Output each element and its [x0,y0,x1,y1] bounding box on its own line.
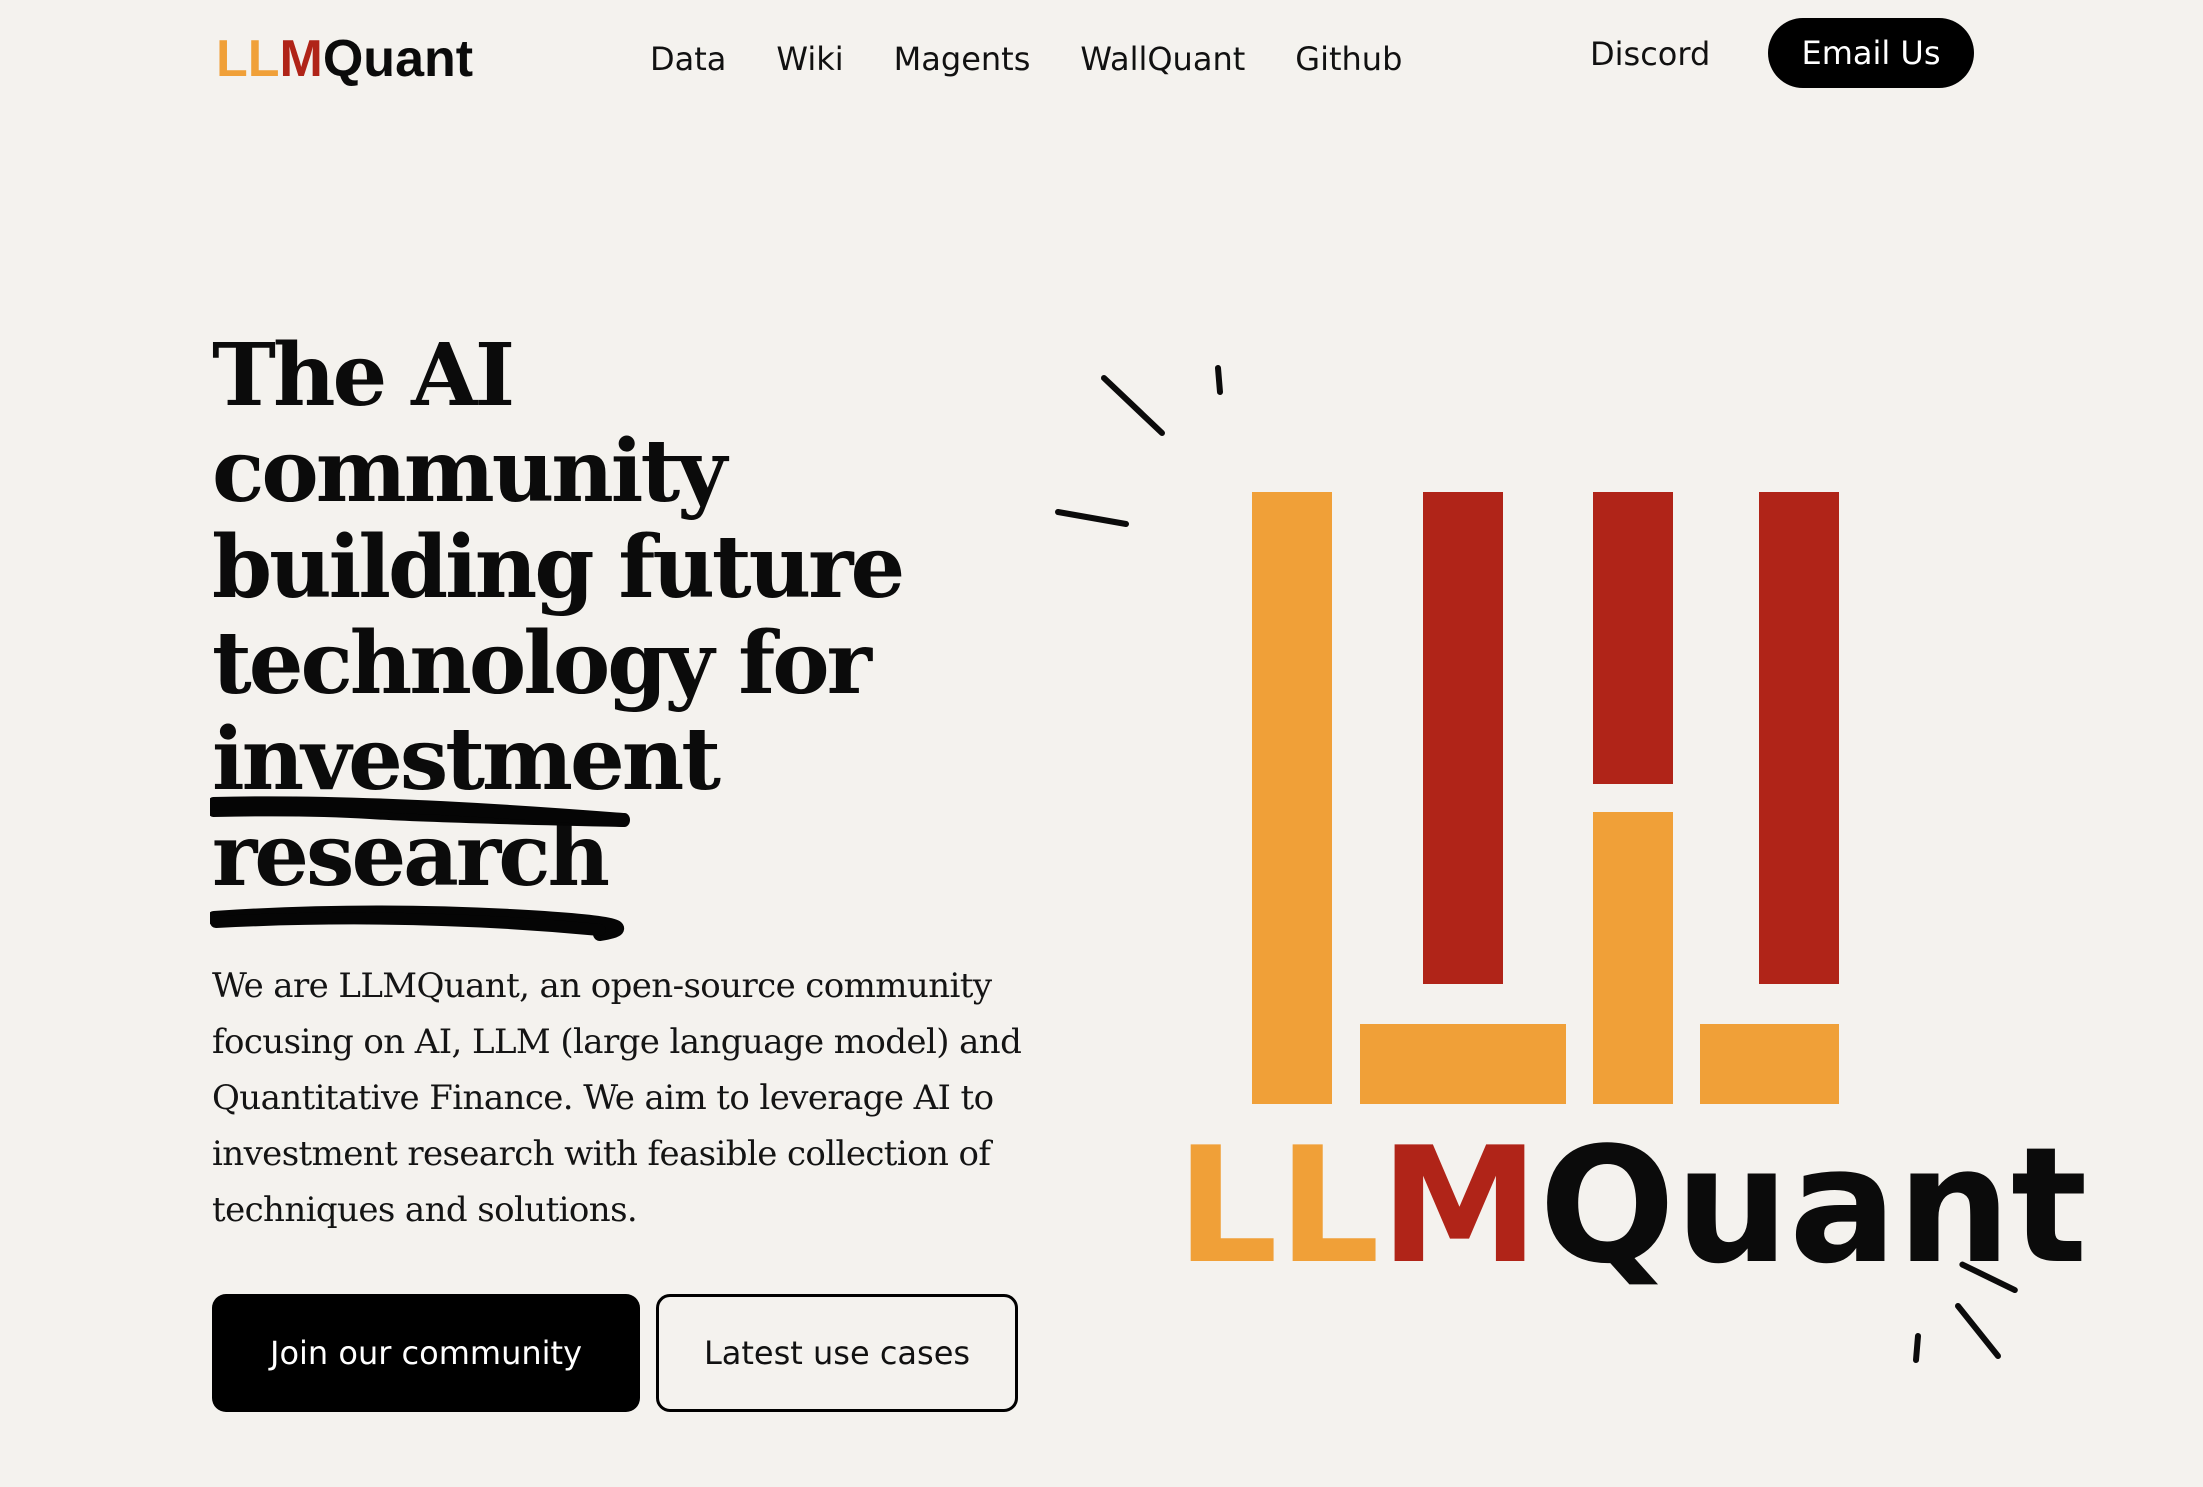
brand-logo-quant: Quant [322,30,474,88]
logo-bar-red-1 [1423,492,1503,984]
logo-bar-orange-middle [1593,812,1673,1104]
logo-wordmark-m: M [1379,1112,1540,1299]
hero-description-line: investment research with feasible collec… [212,1134,991,1174]
logo-wordmark-quant: Quant [1539,1112,2088,1299]
brand-logo-m: M [279,30,323,88]
hero-description: We are LLMQuant, an open-source communit… [212,958,1022,1238]
latest-use-cases-button[interactable]: Latest use cases [656,1294,1018,1412]
nav-link-wallquant[interactable]: WallQuant [1080,36,1245,82]
hero-description-line: We are LLMQuant, an open-source communit… [212,966,992,1006]
main-nav: Data Wiki Magents WallQuant Github [650,36,1402,82]
brush-underline-decoration [210,796,630,941]
logo-bar-orange-base-2 [1700,1024,1839,1104]
nav-link-wiki[interactable]: Wiki [776,36,843,82]
spark-line [1955,1303,2001,1359]
logo-bar-red-2 [1593,492,1673,784]
nav-link-github[interactable]: Github [1295,36,1402,82]
nav-link-discord[interactable]: Discord [1590,32,1710,76]
spark-line [1913,1333,1921,1363]
hero-description-line: techniques and solutions. [212,1190,638,1230]
hero-description-line: focusing on AI, LLM (large language mode… [212,1022,1022,1062]
nav-link-magents[interactable]: Magents [894,36,1031,82]
email-us-button[interactable]: Email Us [1768,18,1974,88]
join-community-button[interactable]: Join our community [212,1294,640,1412]
logo-wordmark-ll: LL [1176,1112,1380,1299]
logo-bar-orange-base-1 [1360,1024,1566,1104]
logo-bar-orange-left [1252,492,1332,1104]
logo-wordmark: LLMQuant [1176,1126,2087,1286]
hero-heading-line: technology for [212,613,872,714]
spark-line [1101,375,1165,436]
spark-line [1215,365,1223,395]
brand-logo-ll: LL [216,30,280,88]
hero-heading-line: building future [212,517,905,618]
hero-heading-line: community [212,421,727,522]
hero-heading-line: The AI [212,325,515,426]
logo-bar-red-3 [1759,492,1839,984]
nav-link-data[interactable]: Data [650,36,726,82]
spark-line [1055,509,1129,527]
brand-logo[interactable]: LLMQuant [216,28,473,90]
hero-description-line: Quantitative Finance. We aim to leverage… [212,1078,994,1118]
